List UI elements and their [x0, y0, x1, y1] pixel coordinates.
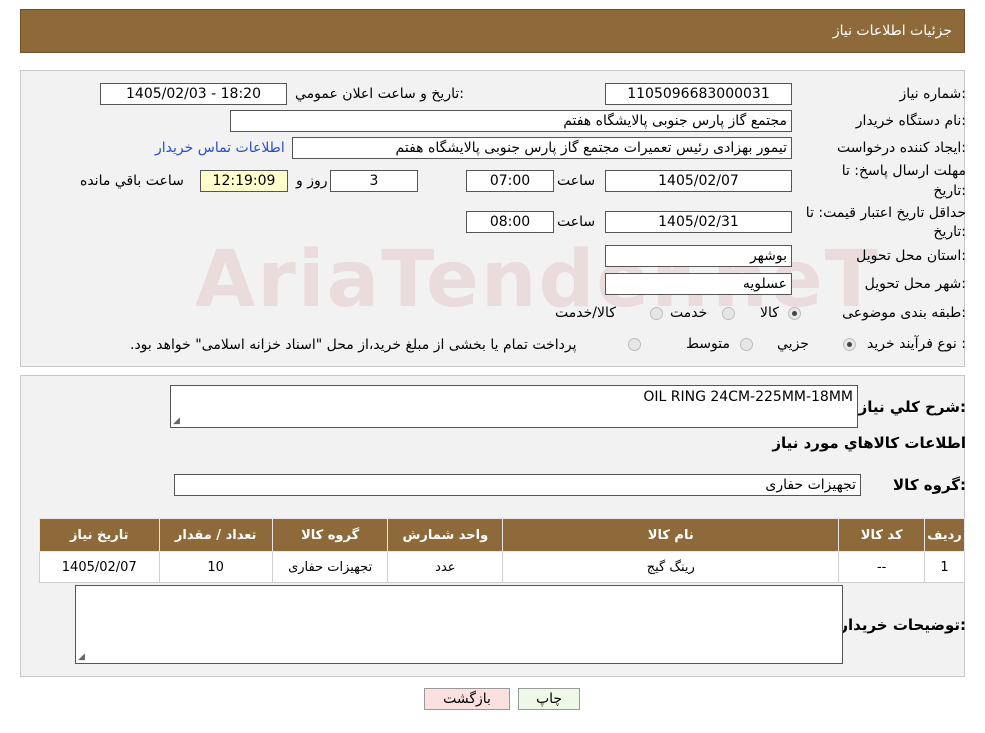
buyer-org-field: مجتمع گاز پارس جنوبی پالایشگاه هفتم: [230, 110, 792, 132]
buyer-notes-field: [75, 585, 843, 664]
category-option-goods: کالا: [760, 305, 779, 321]
buyer-notes-label: توضیحات خریدار:: [839, 616, 966, 634]
process-option-medium: متوسط: [686, 336, 730, 352]
buyer-org-label: نام دستگاه خریدار:: [855, 113, 966, 129]
category-radio-service[interactable]: [722, 307, 735, 320]
goods-info-title: اطلاعات کالاهاي مورد نیاز: [772, 434, 966, 452]
process-radio-treasury[interactable]: [628, 338, 641, 351]
process-note: پرداخت تمام یا بخشی از مبلغ خرید،از محل …: [130, 337, 577, 353]
back-button[interactable]: بازگشت: [424, 688, 510, 710]
process-label: نوع فرآیند خرید :: [867, 336, 966, 352]
deadline-date-field: 1405/02/07: [605, 170, 792, 192]
city-field: عسلویه: [605, 273, 792, 295]
col-quantity: تعداد / مقدار: [158, 518, 273, 552]
validity-label-date: تاریخ:: [933, 224, 966, 240]
validity-date-field: 1405/02/31: [605, 211, 792, 233]
deadline-time-field: 07:00: [466, 170, 554, 192]
process-radio-medium[interactable]: [740, 338, 753, 351]
need-number-label: شماره نیاز:: [899, 86, 966, 102]
summary-field: OIL RING 24CM-225MM-18MM: [170, 385, 858, 428]
col-goods-group: گروه کالا: [271, 518, 389, 552]
buyer-contact-link[interactable]: اطلاعات تماس خریدار: [155, 140, 285, 156]
category-radio-goods-service[interactable]: [650, 307, 663, 320]
cell-goods-name: رینگ گیج: [502, 551, 840, 583]
process-radio-minor[interactable]: [843, 338, 856, 351]
col-goods-name: نام کالا: [502, 518, 840, 552]
cell-goods-group: تجهیزات حفاری: [271, 551, 389, 583]
days-label: روز و: [296, 173, 328, 189]
notes-resize-handle-icon[interactable]: ◢: [78, 652, 85, 662]
requester-field: تیمور بهزادی رئیس تعمیرات مجتمع گاز پارس…: [292, 137, 792, 159]
city-label: شهر محل تحویل:: [864, 276, 966, 292]
cell-unit: عدد: [387, 551, 504, 583]
goods-group-label: گروه کالا:: [893, 476, 966, 494]
resize-handle-icon[interactable]: ◢: [173, 416, 180, 426]
deadline-label: مهلت ارسال پاسخ: تا: [841, 163, 966, 179]
category-option-goods-service: کالا/خدمت: [555, 305, 616, 321]
cell-row: 1: [924, 551, 965, 583]
deadline-time-label: ساعت: [557, 173, 596, 189]
announce-label: تاریخ و ساعت اعلان عمومي:: [295, 86, 464, 102]
cell-goods-code: --: [838, 551, 926, 583]
validity-time-field: 08:00: [466, 211, 554, 233]
col-need-date: تاریخ نیاز: [39, 518, 160, 552]
requester-label: ایجاد کننده درخواست:: [837, 140, 966, 156]
remaining-days-field: 3: [330, 170, 418, 192]
need-number-field: 1105096683000031: [605, 83, 792, 105]
summary-text: OIL RING 24CM-225MM-18MM: [643, 389, 853, 405]
category-radio-goods[interactable]: [788, 307, 801, 320]
process-option-minor: جزیي: [777, 336, 809, 352]
remaining-time-field: 12:19:09: [200, 170, 288, 192]
page-header: جزئیات اطلاعات نیاز: [20, 9, 965, 53]
table-row: 1405/02/07 10 تجهیزات حفاری عدد رینگ گیج…: [39, 551, 965, 583]
validity-label: حداقل تاریخ اعتبار قیمت: تا: [805, 205, 966, 221]
cell-need-date: 1405/02/07: [39, 551, 160, 583]
print-button[interactable]: چاپ: [518, 688, 580, 710]
page-title: جزئیات اطلاعات نیاز: [832, 23, 952, 39]
col-goods-code: کد کالا: [838, 518, 926, 552]
deadline-label-date: تاریخ:: [933, 183, 966, 199]
category-label: طبقه بندی موضوعی:: [842, 305, 966, 321]
remaining-time-label: ساعت باقي مانده: [80, 173, 184, 189]
goods-table: تاریخ نیاز تعداد / مقدار گروه کالا واحد …: [39, 518, 965, 583]
validity-time-label: ساعت: [557, 214, 596, 230]
cell-quantity: 10: [158, 551, 273, 583]
goods-table-header: تاریخ نیاز تعداد / مقدار گروه کالا واحد …: [39, 518, 965, 552]
announce-datetime-field: 1405/02/03 - 18:20: [100, 83, 287, 105]
province-label: استان محل تحویل:: [856, 248, 966, 264]
summary-label: شرح کلي نیاز:: [858, 398, 966, 416]
col-row: ردیف: [924, 518, 965, 552]
province-field: بوشهر: [605, 245, 792, 267]
goods-group-field: تجهیزات حفاری: [174, 474, 861, 496]
col-unit: واحد شمارش: [387, 518, 504, 552]
category-option-service: خدمت: [670, 305, 708, 321]
